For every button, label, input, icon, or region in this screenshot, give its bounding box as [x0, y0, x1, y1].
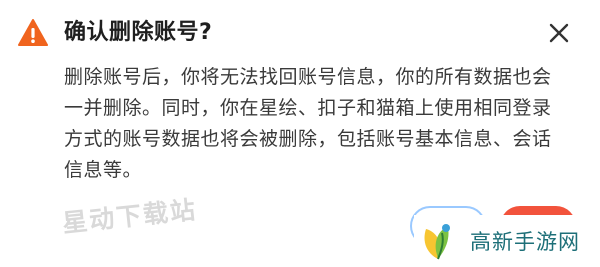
- brand-watermark: 高新手游网: [414, 215, 600, 267]
- brand-name: 高新手游网: [470, 230, 580, 254]
- dialog-title: 确认删除账号?: [64, 20, 213, 45]
- dialog-message: 删除账号后，你将无法找回账号信息，你的所有数据也会一并删除。同时，你在星绘、扣子…: [64, 66, 552, 181]
- leaf-logo-icon: [424, 224, 450, 260]
- delete-account-dialog: 确认删除账号? 删除账号后，你将无法找回账号信息，你的所有数据也会一并删除。同时…: [0, 0, 600, 267]
- dialog-header: 确认删除账号?: [18, 18, 212, 48]
- warning-triangle-icon: [18, 19, 48, 46]
- close-icon[interactable]: [548, 22, 570, 44]
- watermark: 星动下载站: [61, 195, 199, 238]
